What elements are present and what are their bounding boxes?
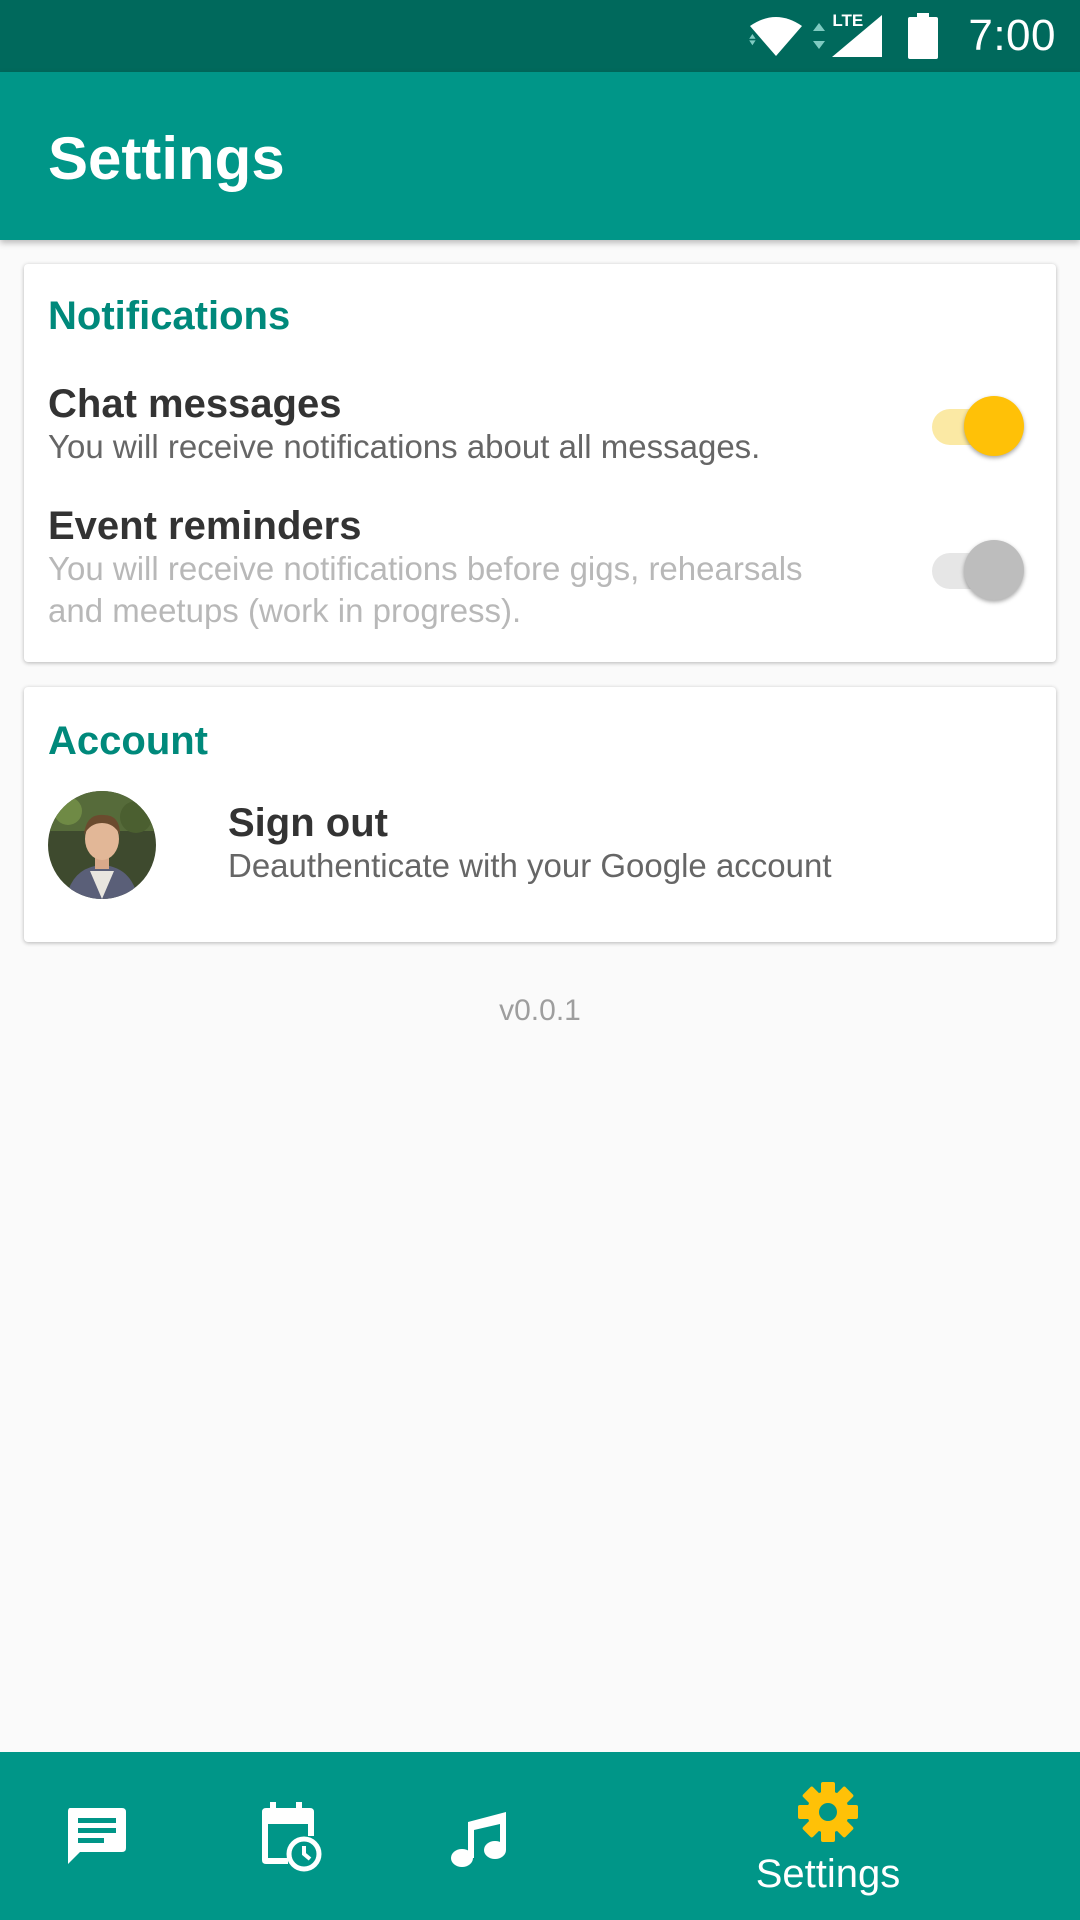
wifi-icon [748, 14, 804, 58]
status-icons: LTE 7:00 [748, 0, 1056, 72]
page-title: Settings [48, 125, 285, 192]
nav-item-music[interactable] [420, 1752, 540, 1920]
app-bar: Settings [0, 72, 1080, 240]
switch-thumb [964, 540, 1024, 600]
switch-thumb [964, 396, 1024, 456]
sign-out-title: Sign out [228, 801, 388, 845]
chat-icon [64, 1806, 128, 1873]
calendar-clock-icon [258, 1802, 324, 1877]
bottom-navigation: Settings [0, 1752, 1080, 1920]
chat-messages-switch[interactable] [926, 386, 1026, 456]
event-reminders-summary-line-2: and meetups (work in progress). [48, 592, 522, 629]
nav-label-settings: Settings [755, 1852, 901, 1896]
notifications-section-title: Notifications [48, 294, 291, 338]
account-section-title: Account [48, 719, 208, 763]
gear-icon [796, 1780, 860, 1849]
battery-icon [908, 13, 939, 59]
event-reminders-switch[interactable] [926, 530, 1026, 600]
nav-item-settings[interactable]: Settings [718, 1752, 938, 1920]
sign-out-summary: Deauthenticate with your Google account [228, 847, 832, 884]
event-reminders-summary-line-1: You will receive notifications before gi… [48, 550, 803, 587]
nav-item-chat[interactable] [36, 1752, 156, 1920]
account-card: Account Sign out Deauthenticate with you… [24, 687, 1056, 942]
nav-item-events[interactable] [230, 1752, 350, 1920]
network-type-label: LTE [832, 11, 864, 30]
signal-icon: LTE [830, 11, 884, 59]
status-bar: LTE 7:00 [0, 0, 1080, 72]
data-arrows-icon [812, 21, 826, 51]
app-version: v0.0.1 [499, 994, 581, 1027]
music-note-icon [448, 1808, 512, 1873]
chat-messages-summary: You will receive notifications about all… [48, 428, 761, 465]
status-time: 7:00 [968, 11, 1056, 60]
chat-messages-title: Chat messages [48, 382, 342, 426]
event-reminders-title: Event reminders [48, 504, 362, 548]
avatar [48, 791, 156, 899]
notifications-card: Notifications Chat messages You will rec… [24, 264, 1056, 662]
